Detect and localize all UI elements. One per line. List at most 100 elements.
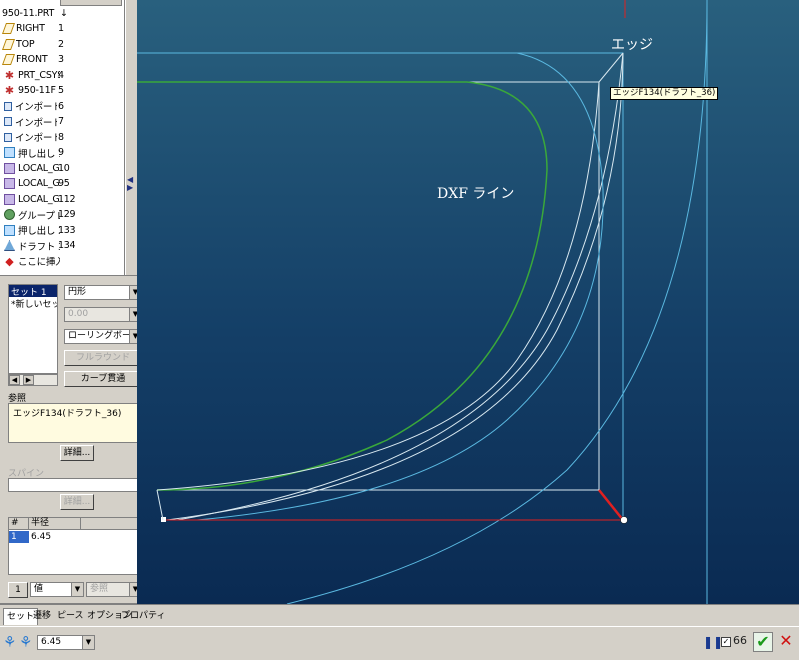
extrude-icon	[4, 224, 15, 236]
dxf-line	[137, 81, 548, 491]
conic-value: 0.00	[68, 309, 89, 319]
csys-icon: ✱	[4, 68, 15, 82]
tree-item[interactable]: ◆ ここに挿入	[0, 254, 124, 269]
sets-scrollbar[interactable]: ◀ ▶	[8, 374, 58, 386]
tree-item-number: 112	[58, 193, 76, 205]
tree-root-label: 950-11.PRT	[2, 8, 55, 19]
tree-item[interactable]: インポートフ7	[0, 114, 124, 129]
tree-item-number: 3	[58, 54, 64, 65]
tab-pieces[interactable]: ピース	[54, 608, 87, 624]
shape-select-value: 円形	[68, 287, 87, 297]
tree-item-number: 4	[58, 69, 64, 81]
cancel-button[interactable]: ✕	[777, 632, 795, 652]
tree-item-label: インポートフ	[15, 102, 57, 113]
through-curve-button[interactable]: カーブ貫通	[64, 371, 142, 387]
tree-item[interactable]: ✱ PRT_CSYS 4	[0, 68, 124, 83]
tree-item[interactable]: LOCAL_GR112	[0, 192, 124, 207]
round-set-mode-icon[interactable]: ⚘	[3, 633, 16, 651]
shape-select[interactable]: 円形 ▼	[64, 285, 142, 300]
dxf-line-label: DXF ライン	[437, 186, 515, 202]
tree-item-number: 10	[58, 162, 70, 174]
chevron-down-icon: ▼	[71, 583, 83, 596]
tree-item[interactable]: ドラフト 36134	[0, 238, 124, 253]
tab-properties[interactable]: プロパティ	[118, 608, 168, 624]
datum-plane-icon	[1, 23, 16, 34]
extrude-icon	[4, 147, 15, 158]
preview-checkbox[interactable]: ✓	[721, 637, 731, 647]
tree-item-label: 950-11F	[18, 85, 56, 96]
tree-item[interactable]: グループ LO129	[0, 207, 124, 222]
spine-details-button: 詳細...	[60, 494, 94, 510]
tree-item-number: 2	[58, 38, 64, 50]
local-group-icon	[4, 178, 15, 189]
radius-input[interactable]: 6.45 ▼	[37, 635, 95, 650]
tree-item[interactable]: RIGHT 1	[0, 21, 124, 36]
spine-collector	[8, 478, 142, 492]
scroll-right-icon[interactable]: ▶	[23, 375, 34, 385]
tree-item-label: TOP	[16, 38, 35, 50]
column-index-header: #	[9, 518, 29, 530]
radius-table[interactable]: # 半径 1 6.45	[8, 517, 142, 575]
corner-diagonal	[598, 52, 624, 83]
tree-item[interactable]: FRONT 3	[0, 52, 124, 67]
graphics-viewport[interactable]: エッジ DXF ライン エッジF134(ドラフト_36)	[137, 0, 799, 604]
radius-input-value: 6.45	[41, 637, 62, 647]
local-group-icon	[4, 162, 15, 174]
group-icon	[4, 209, 15, 220]
tree-item[interactable]: 押し出し 3 133	[0, 223, 124, 238]
drag-handle-square	[161, 517, 166, 522]
tree-item[interactable]: LOCAL_GR10	[0, 161, 124, 176]
value-type-select[interactable]: 値 ▼	[30, 582, 84, 597]
index-field[interactable]: 1	[8, 582, 28, 598]
tree-item-number: 7	[58, 116, 64, 127]
value-type-value: 値	[34, 584, 44, 594]
ref-type-value: 参照	[90, 584, 109, 594]
tree-item-label: ここに挿入	[18, 257, 60, 268]
tree-item[interactable]: インポートフ6	[0, 99, 124, 114]
red-handle	[598, 489, 624, 521]
chevron-down-icon: ▼	[82, 636, 94, 649]
tree-item[interactable]: TOP 2	[0, 37, 124, 52]
references-collector[interactable]: エッジF134(ドラフト_36)	[8, 403, 142, 443]
tree-item[interactable]: LOCAL_GR95	[0, 176, 124, 191]
glasses-icon[interactable]: 66	[733, 634, 747, 647]
method-select[interactable]: ローリングボール ▼	[64, 329, 142, 344]
edge-curve-3	[156, 81, 600, 491]
tree-item-number: 134	[58, 240, 76, 251]
sets-list[interactable]: セット 1 *新しいセット	[8, 284, 58, 374]
new-set-item[interactable]: *新しいセット	[9, 297, 57, 309]
reference-item[interactable]: エッジF134(ドラフト_36)	[13, 409, 121, 419]
edge-reference-tag[interactable]: エッジF134(ドラフト_36)	[610, 87, 719, 100]
tree-item-label: インポートフ	[15, 133, 57, 144]
tree-item[interactable]: 押し出し 19	[0, 145, 124, 160]
import-icon	[4, 101, 12, 111]
import-icon	[4, 132, 12, 142]
tree-item[interactable]: ✱ 950-11F 5	[0, 83, 124, 98]
ref-type-select: 参照 ▼	[86, 582, 142, 597]
column-extra-header	[81, 518, 142, 530]
tree-root-marker: ↓	[60, 8, 68, 19]
column-radius-header: 半径	[29, 518, 81, 530]
tree-root[interactable]: 950-11.PRT ↓	[0, 6, 124, 21]
tree-item-label: グループ LO	[18, 210, 60, 222]
tree-item-number: 9	[58, 147, 64, 158]
tree-item[interactable]: インポートフ8	[0, 130, 124, 145]
draft-icon	[4, 240, 15, 251]
round-transition-mode-icon[interactable]: ⚘	[19, 633, 32, 651]
tree-item-label: RIGHT	[16, 23, 45, 34]
insert-here-icon: ◆	[5, 254, 14, 268]
details-button[interactable]: 詳細...	[60, 445, 94, 461]
cyan-arc-1	[196, 52, 604, 521]
local-group-icon	[4, 193, 15, 205]
set-item[interactable]: セット 1	[9, 285, 57, 297]
tree-item-number: 95	[58, 178, 70, 189]
tree-item-number: 1	[58, 23, 64, 34]
scroll-left-icon[interactable]: ◀	[9, 375, 20, 385]
conic-value-select: 0.00 ▼	[64, 307, 142, 322]
radius-row-value[interactable]: 6.45	[31, 531, 51, 543]
tab-transitions[interactable]: 遷移	[30, 608, 54, 624]
import-icon	[4, 117, 12, 126]
ok-button[interactable]: ✔	[753, 632, 773, 652]
radius-row-index[interactable]: 1	[9, 531, 29, 543]
collapse-right-icon[interactable]: ▶	[127, 183, 133, 192]
